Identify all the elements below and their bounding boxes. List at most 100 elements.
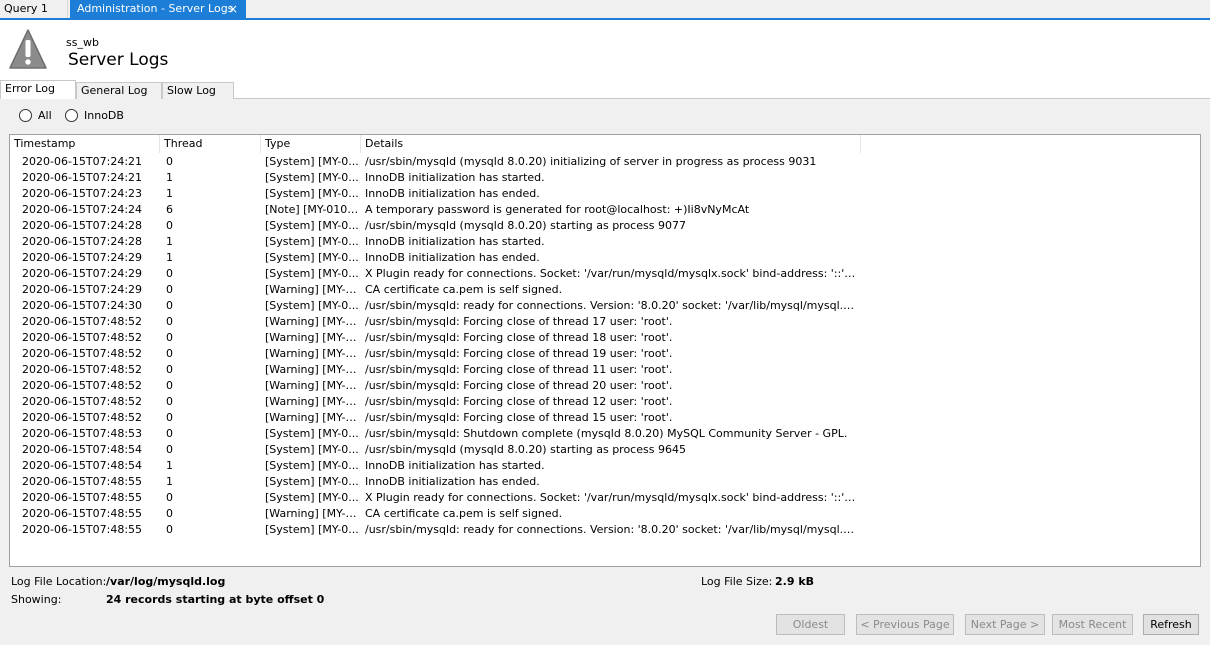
cell-thread: 1 — [166, 235, 173, 248]
cell-thread: 0 — [166, 379, 173, 392]
table-row[interactable]: 2020-06-15T07:24:28 1 [System] [MY-0... Inn… — [10, 234, 1200, 250]
cell-details: /usr/sbin/mysqld (mysqld 8.0.20) startin… — [365, 443, 686, 456]
log-table[interactable]: Timestamp Thread Type Details 2020-06-15… — [9, 134, 1201, 567]
cell-timestamp: 2020-06-15T07:24:21 — [22, 155, 143, 168]
cell-details: /usr/sbin/mysqld: Forcing close of threa… — [365, 395, 673, 408]
table-row[interactable]: 2020-06-15T07:48:52 0 [Warning] [MY-0... /u… — [10, 378, 1200, 394]
cell-thread: 6 — [166, 203, 173, 216]
cell-timestamp: 2020-06-15T07:48:52 — [22, 331, 143, 344]
most-recent-button[interactable]: Most Recent — [1052, 614, 1133, 635]
table-row[interactable]: 2020-06-15T07:48:52 0 [Warning] [MY-0... /u… — [10, 362, 1200, 378]
cell-details: InnoDB initialization has ended. — [365, 475, 540, 488]
cell-thread: 1 — [166, 459, 173, 472]
cell-thread: 0 — [166, 395, 173, 408]
table-header: Timestamp Thread Type Details — [10, 135, 1200, 153]
cell-details: /usr/sbin/mysqld: Forcing close of threa… — [365, 331, 673, 344]
table-row[interactable]: 2020-06-15T07:48:52 0 [Warning] [MY-0... /u… — [10, 410, 1200, 426]
table-row[interactable]: 2020-06-15T07:48:53 0 [System] [MY-0... /us… — [10, 426, 1200, 442]
cell-thread: 0 — [166, 299, 173, 312]
filter-innodb-radio[interactable]: InnoDB — [65, 109, 124, 122]
cell-timestamp: 2020-06-15T07:48:54 — [22, 459, 143, 472]
log-file-location-label: Log File Location: — [11, 575, 107, 588]
table-row[interactable]: 2020-06-15T07:24:21 0 [System] [MY-0... /us… — [10, 154, 1200, 170]
tab-query-1[interactable]: Query 1 — [0, 0, 68, 18]
radio-label: InnoDB — [84, 109, 124, 122]
table-row[interactable]: 2020-06-15T07:48:54 0 [System] [MY-0... /us… — [10, 442, 1200, 458]
cell-type: [System] [MY-0... — [265, 219, 359, 232]
radio-circle[interactable] — [65, 109, 78, 122]
table-row[interactable]: 2020-06-15T07:48:55 0 [System] [MY-0... X P… — [10, 490, 1200, 506]
cell-type: [Warning] [MY-0... — [265, 315, 359, 328]
cell-type: [Warning] [MY-0... — [265, 331, 359, 344]
oldest-button[interactable]: Oldest — [776, 614, 845, 635]
cell-details: /usr/sbin/mysqld (mysqld 8.0.20) startin… — [365, 219, 686, 232]
column-header-thread[interactable]: Thread — [160, 135, 261, 153]
cell-details: A temporary password is generated for ro… — [365, 203, 750, 216]
table-row[interactable]: 2020-06-15T07:24:21 1 [System] [MY-0... Inn… — [10, 170, 1200, 186]
table-row[interactable]: 2020-06-15T07:48:55 1 [System] [MY-0... Inn… — [10, 474, 1200, 490]
connection-name: ss_wb — [66, 36, 99, 49]
cell-details: InnoDB initialization has started. — [365, 459, 545, 472]
cell-thread: 0 — [166, 155, 173, 168]
column-header-timestamp[interactable]: Timestamp — [10, 135, 160, 153]
table-row[interactable]: 2020-06-15T07:24:29 0 [Warning] [MY-0... CA… — [10, 282, 1200, 298]
table-row[interactable]: 2020-06-15T07:24:23 1 [System] [MY-0... Inn… — [10, 186, 1200, 202]
cell-type: [System] [MY-0... — [265, 235, 359, 248]
cell-timestamp: 2020-06-15T07:24:23 — [22, 187, 143, 200]
cell-timestamp: 2020-06-15T07:24:29 — [22, 283, 143, 296]
table-row[interactable]: 2020-06-15T07:48:52 0 [Warning] [MY-0... /u… — [10, 330, 1200, 346]
close-icon[interactable]: × — [228, 0, 238, 18]
table-row[interactable]: 2020-06-15T07:48:55 0 [System] [MY-0... /us… — [10, 522, 1200, 538]
cell-details: InnoDB initialization has ended. — [365, 251, 540, 264]
cell-thread: 0 — [166, 267, 173, 280]
cell-details: /usr/sbin/mysqld: Forcing close of threa… — [365, 363, 673, 376]
cell-type: [System] [MY-0... — [265, 187, 359, 200]
cell-details: /usr/sbin/mysqld: Forcing close of threa… — [365, 379, 673, 392]
filter-all-radio[interactable]: All — [19, 109, 52, 122]
showing-value: 24 records starting at byte offset 0 — [106, 593, 325, 606]
cell-type: [Note] [MY-0104... — [265, 203, 359, 216]
table-row[interactable]: 2020-06-15T07:48:52 0 [Warning] [MY-0... /u… — [10, 314, 1200, 330]
cell-timestamp: 2020-06-15T07:48:53 — [22, 427, 143, 440]
cell-details: InnoDB initialization has started. — [365, 235, 545, 248]
tab-slow-log-file[interactable]: Slow Log File — [162, 82, 234, 112]
tab-error-log-file[interactable]: Error Log File — [0, 80, 76, 111]
refresh-button[interactable]: Refresh — [1143, 614, 1199, 635]
log-type-tabs: Error Log File General Log File Slow Log… — [0, 80, 1210, 112]
column-header-details[interactable]: Details — [361, 135, 861, 153]
table-row[interactable]: 2020-06-15T07:24:24 6 [Note] [MY-0104... A … — [10, 202, 1200, 218]
cell-timestamp: 2020-06-15T07:48:55 — [22, 475, 143, 488]
page-title: Server Logs — [68, 50, 169, 70]
table-row[interactable]: 2020-06-15T07:48:52 0 [Warning] [MY-0... /u… — [10, 394, 1200, 410]
table-row[interactable]: 2020-06-15T07:48:55 0 [Warning] [MY-0... CA… — [10, 506, 1200, 522]
cell-thread: 0 — [166, 411, 173, 424]
table-row[interactable]: 2020-06-15T07:24:29 0 [System] [MY-0... X P… — [10, 266, 1200, 282]
cell-thread: 0 — [166, 491, 173, 504]
table-row[interactable]: 2020-06-15T07:48:54 1 [System] [MY-0... Inn… — [10, 458, 1200, 474]
previous-page-button[interactable]: < Previous Page — [856, 614, 954, 635]
cell-details: /usr/sbin/mysqld: Shutdown complete (mys… — [365, 427, 848, 440]
table-row[interactable]: 2020-06-15T07:24:28 0 [System] [MY-0... /us… — [10, 218, 1200, 234]
next-page-button[interactable]: Next Page > — [965, 614, 1045, 635]
cell-type: [System] [MY-0... — [265, 299, 359, 312]
table-row[interactable]: 2020-06-15T07:24:29 1 [System] [MY-0... Inn… — [10, 250, 1200, 266]
cell-type: [Warning] [MY-0... — [265, 395, 359, 408]
table-row[interactable]: 2020-06-15T07:48:52 0 [Warning] [MY-0... /u… — [10, 346, 1200, 362]
tab-general-log-file[interactable]: General Log File — [76, 82, 162, 112]
cell-timestamp: 2020-06-15T07:48:52 — [22, 395, 143, 408]
cell-type: [Warning] [MY-0... — [265, 347, 359, 360]
column-header-type[interactable]: Type — [261, 135, 361, 153]
cell-timestamp: 2020-06-15T07:24:29 — [22, 267, 143, 280]
cell-timestamp: 2020-06-15T07:48:52 — [22, 363, 143, 376]
cell-type: [System] [MY-0... — [265, 475, 359, 488]
cell-details: InnoDB initialization has ended. — [365, 187, 540, 200]
radio-circle[interactable] — [19, 109, 32, 122]
cell-type: [System] [MY-0... — [265, 523, 359, 536]
cell-details: X Plugin ready for connections. Socket: … — [365, 267, 857, 280]
server-logs-window: Query 1 Administration - Server Logs × s… — [0, 0, 1210, 645]
filter-row: All InnoDB — [0, 99, 1210, 131]
tab-administration-server-logs[interactable]: Administration - Server Logs × — [70, 0, 246, 18]
cell-timestamp: 2020-06-15T07:24:24 — [22, 203, 143, 216]
cell-thread: 0 — [166, 315, 173, 328]
table-row[interactable]: 2020-06-15T07:24:30 0 [System] [MY-0... /us… — [10, 298, 1200, 314]
